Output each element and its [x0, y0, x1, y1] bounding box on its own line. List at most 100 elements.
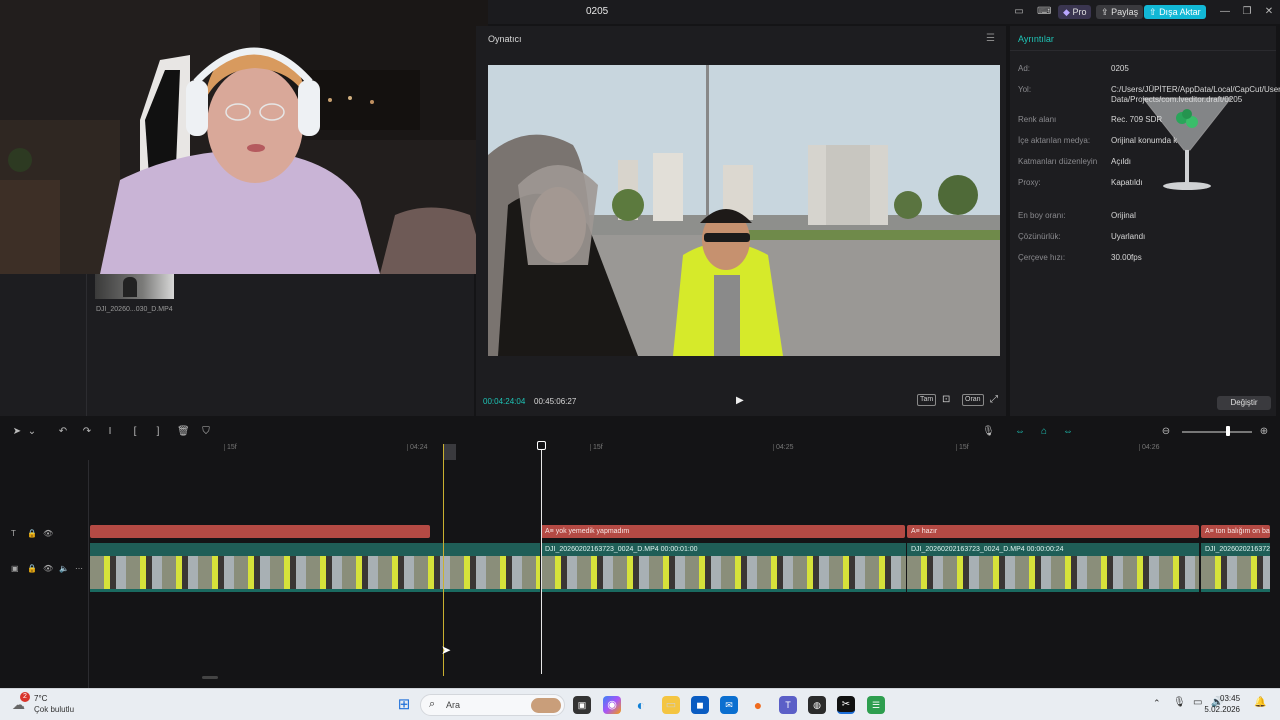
hover-line	[443, 444, 444, 676]
layout-icon[interactable]: ▭	[1012, 5, 1026, 19]
playhead-handle[interactable]	[537, 441, 546, 450]
windows-start-icon[interactable]: ⊞	[395, 696, 413, 714]
video-clip-header[interactable]: DJI_20260202163723_0024_D.MP4 00:00:01:0…	[541, 543, 906, 556]
video-frame	[488, 65, 1000, 356]
ruler-tick	[590, 444, 591, 451]
layers-label: Katmanları düzenleyin	[1018, 157, 1098, 166]
lock-icon[interactable]: 🔒	[27, 529, 37, 538]
delete-icon[interactable]: 🗑	[177, 426, 190, 438]
ruler-label: 04:26	[1142, 444, 1160, 451]
notification-icon[interactable]: 🔔	[1254, 697, 1266, 708]
fullscreen-icon[interactable]: ⤢	[990, 394, 998, 405]
media-panel: DJI_20260...030_D.MP4	[0, 274, 474, 416]
zoom-in-icon[interactable]: ⊕	[1258, 426, 1270, 438]
video-clip-header[interactable]: DJI_2026020216372	[1201, 543, 1270, 556]
text-clip[interactable]	[90, 525, 430, 538]
select-tool-icon[interactable]: ➤	[11, 426, 23, 438]
copilot-icon[interactable]: ◉	[603, 696, 621, 714]
resolution-label: Çözünürlük:	[1018, 232, 1061, 241]
lock-icon[interactable]: 🔒	[27, 564, 37, 573]
weather-temp: 7°C	[34, 694, 48, 703]
store-icon[interactable]: ◼	[691, 696, 709, 714]
trim-right-icon[interactable]: ]	[152, 426, 164, 438]
undo-icon[interactable]: ↶	[57, 426, 69, 438]
eye-icon[interactable]: 👁	[43, 564, 53, 573]
zoom-slider[interactable]	[1182, 431, 1252, 433]
export-label: Dışa Aktar	[1159, 7, 1201, 17]
magnet-icon[interactable]: ⌂	[1038, 426, 1050, 438]
redo-icon[interactable]: ↷	[81, 426, 93, 438]
minimize-button[interactable]: —	[1218, 5, 1232, 19]
color-space-label: Renk alanı	[1018, 115, 1057, 124]
mouse-cursor-icon: ➤	[441, 643, 452, 657]
ruler-tick	[407, 444, 408, 451]
firefox-icon[interactable]: ●	[749, 696, 767, 714]
video-clip-thumbnails[interactable]	[1201, 556, 1270, 592]
text-clip[interactable]: A≡ hazır	[907, 525, 1199, 538]
resolution-value: Uyarlandı	[1111, 232, 1146, 241]
video-track-icon: ▣	[11, 564, 19, 573]
outlook-icon[interactable]: ✉	[720, 696, 738, 714]
full-button[interactable]: Tam	[917, 394, 937, 406]
clock-date[interactable]: 5.02.2026	[1196, 705, 1240, 714]
hover-marker	[444, 444, 456, 460]
total-timecode: 00:45:06:27	[534, 397, 577, 406]
window-title: 0205	[586, 6, 609, 17]
speaker-icon[interactable]: 🔈	[59, 564, 69, 573]
microphone-icon[interactable]: 🎙	[982, 426, 995, 438]
share-button[interactable]: ⇪ Paylaş	[1096, 5, 1144, 19]
video-preview	[488, 65, 1000, 356]
shield-icon[interactable]: ⛉	[200, 426, 212, 438]
export-button[interactable]: ⇧ Dışa Aktar	[1144, 5, 1206, 19]
search-icon: ⌕	[429, 698, 436, 710]
player-title: Oynatıcı	[488, 34, 522, 44]
taskbar: ☁ 2 7°C Çok bulutlu ⊞ ⌕ Ara ▣ ◉ ◐ ▭ ◼ ✉ …	[0, 688, 1280, 720]
link-icon[interactable]: ⇔	[1014, 426, 1026, 438]
media-clip-name: DJI_20260...030_D.MP4	[96, 306, 173, 313]
video-clip-thumbnails[interactable]	[90, 556, 540, 592]
text-clip[interactable]: A≡ yok yemedik yapmadım	[541, 525, 905, 538]
edge-icon[interactable]: ◐	[632, 696, 650, 714]
video-clip-header[interactable]: DJI_20260202163723_0024_D.MP4 00:00:00:2…	[907, 543, 1199, 556]
screenshot-icon[interactable]: ⊡	[942, 394, 950, 405]
pro-button[interactable]: ◆ Pro	[1058, 5, 1092, 19]
ratio-button[interactable]: Oran	[962, 394, 984, 406]
eye-icon[interactable]: 👁	[43, 529, 53, 538]
current-timecode: 00:04:24:04	[483, 397, 526, 406]
task-view-icon[interactable]: ▣	[573, 696, 591, 714]
snap-icon[interactable]: ⇔	[1062, 426, 1074, 438]
teams-icon[interactable]: T	[779, 696, 797, 714]
more-icon[interactable]: ⋯	[75, 564, 83, 573]
track-header-divider	[88, 460, 89, 688]
zoom-slider-handle[interactable]	[1226, 426, 1230, 436]
shortcut-icon[interactable]: ⌨	[1037, 5, 1051, 19]
split-icon[interactable]: I	[104, 426, 116, 438]
clock-time[interactable]: 03:45	[1220, 694, 1240, 703]
file-explorer-icon[interactable]: ▭	[662, 696, 680, 714]
app-icon[interactable]: ◍	[808, 696, 826, 714]
change-button[interactable]: Değiştir	[1217, 396, 1271, 410]
video-clip-thumbnails[interactable]	[541, 556, 906, 592]
capcut-window: 0205 ▭ ⌨ ◆ Pro ⇪ Paylaş ⇧ Dışa Aktar — ❐…	[0, 0, 1280, 688]
video-clip-header[interactable]	[90, 543, 540, 556]
playhead[interactable]	[541, 444, 542, 674]
maximize-button[interactable]: ❐	[1240, 5, 1254, 19]
close-button[interactable]: ✕	[1262, 5, 1276, 19]
details-title: Ayrıntılar	[1018, 34, 1054, 44]
trim-left-icon[interactable]: [	[129, 426, 141, 438]
zoom-out-icon[interactable]: ⊖	[1160, 426, 1172, 438]
search-box[interactable]: ⌕ Ara	[420, 694, 565, 716]
ruler-tick	[956, 444, 957, 451]
notepad-icon[interactable]: ☰	[867, 696, 885, 714]
mic-tray-icon[interactable]: 🎙	[1173, 697, 1186, 708]
capcut-icon[interactable]: ✂	[837, 696, 855, 714]
ruler-tick	[1139, 444, 1140, 451]
video-clip-thumbnails[interactable]	[907, 556, 1199, 592]
media-thumbnail[interactable]	[95, 274, 174, 299]
horizontal-scrollbar[interactable]	[202, 676, 218, 679]
text-clip[interactable]: A≡ ton balığım on ba	[1201, 525, 1270, 538]
menu-icon[interactable]: ☰	[986, 33, 995, 44]
chevron-up-icon[interactable]: ⌃	[1153, 698, 1161, 709]
play-button[interactable]: ▶	[736, 395, 744, 406]
chevron-down-icon[interactable]: ⌄	[26, 426, 38, 438]
